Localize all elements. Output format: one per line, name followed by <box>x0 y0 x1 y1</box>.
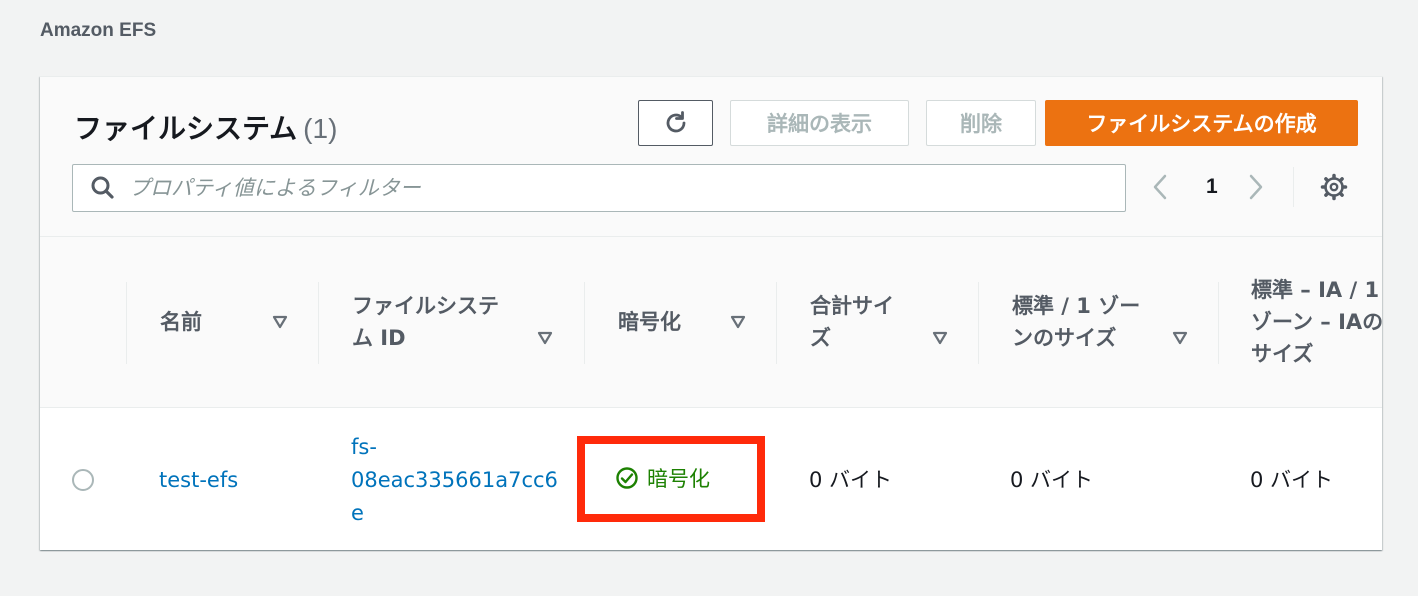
column-divider <box>776 282 777 364</box>
column-header-label: 合計サイ <box>810 294 894 318</box>
column-header-label: 名前 <box>160 310 202 334</box>
column-header-label: ム ID <box>352 326 406 350</box>
chevron-right-icon <box>1249 174 1263 200</box>
sort-down-icon <box>932 331 948 345</box>
column-divider <box>126 282 127 364</box>
search-box[interactable] <box>72 164 1126 212</box>
column-header-label: 標準 – IA / 1 <box>1251 278 1380 302</box>
ia-size-value: 0 バイト <box>1250 468 1334 492</box>
sort-down-icon <box>1172 331 1188 345</box>
column-header-label: ファイルシステ <box>352 294 499 318</box>
search-input[interactable] <box>129 176 1125 200</box>
search-icon <box>91 176 114 199</box>
file-systems-panel: ファイルシステム(1) 詳細の表示 削除 ファイルシステムの作成 1 <box>40 76 1382 550</box>
sort-down-icon <box>272 315 288 329</box>
standard-size-value: 0 バイト <box>1010 468 1094 492</box>
pager-divider <box>1293 167 1294 207</box>
total-size-value: 0 バイト <box>809 468 893 492</box>
breadcrumb[interactable]: Amazon EFS <box>40 20 156 42</box>
column-header-label: ゾーン – IAの <box>1251 310 1382 334</box>
column-divider <box>584 282 585 364</box>
gear-icon <box>1320 173 1348 201</box>
file-system-id-part: e <box>351 501 364 525</box>
encryption-status: 暗号化 <box>615 463 710 493</box>
file-system-id-part: fs- <box>351 435 377 459</box>
column-divider <box>1218 282 1219 364</box>
view-details-button[interactable]: 詳細の表示 <box>730 100 909 146</box>
column-header-label: ズ <box>810 326 831 350</box>
column-header-file-system-id[interactable]: ファイルシステ ム ID <box>352 237 562 408</box>
column-header-label: 標準 / 1 ゾー <box>1012 294 1141 318</box>
column-divider <box>318 282 319 364</box>
check-circle-icon <box>616 467 638 489</box>
title-count: (1) <box>303 113 338 144</box>
sort-down-icon <box>537 331 553 345</box>
column-divider <box>978 282 979 364</box>
title-text: ファイルシステム <box>74 113 298 144</box>
column-header-standard-size[interactable]: 標準 / 1 ゾー ンのサイズ <box>1012 237 1222 408</box>
row-select-radio[interactable] <box>72 469 94 491</box>
column-header-label: ンのサイズ <box>1012 326 1117 350</box>
previous-page-button[interactable] <box>1152 172 1168 202</box>
column-header-total-size[interactable]: 合計サイ ズ <box>810 237 990 408</box>
current-page-number[interactable]: 1 <box>1206 172 1218 202</box>
column-header-label: サイズ <box>1251 342 1314 366</box>
encryption-status-label: 暗号化 <box>647 467 710 491</box>
encryption-highlight-box: 暗号化 <box>577 436 765 522</box>
file-system-id-link[interactable]: fs- 08eac335661a7cc6 e <box>351 431 558 530</box>
chevron-left-icon <box>1153 174 1167 200</box>
sort-down-icon <box>730 315 746 329</box>
column-header-ia-size[interactable]: 標準 – IA / 1 ゾーン – IAの サイズ <box>1251 237 1382 408</box>
column-header-name[interactable]: 名前 <box>160 237 310 408</box>
refresh-button[interactable] <box>638 100 713 146</box>
refresh-icon <box>666 111 685 133</box>
preferences-button[interactable] <box>1320 173 1348 206</box>
page-title: ファイルシステム (1) <box>74 107 337 147</box>
table-header: 名前 ファイルシステ ム ID 暗号化 合計サイ ズ 標準 / 1 ゾー ンのサ… <box>40 237 1382 408</box>
file-system-name-link[interactable]: test-efs <box>159 464 238 497</box>
table-row[interactable]: test-efs fs- 08eac335661a7cc6 e 暗号化 0 バイ… <box>40 409 1382 550</box>
file-system-id-part: 08eac335661a7cc6 <box>351 468 558 492</box>
panel-header: ファイルシステム(1) 詳細の表示 削除 ファイルシステムの作成 1 <box>40 77 1382 237</box>
delete-button[interactable]: 削除 <box>926 100 1036 146</box>
next-page-button[interactable] <box>1248 172 1264 202</box>
create-file-system-button[interactable]: ファイルシステムの作成 <box>1045 100 1358 146</box>
column-header-label: 暗号化 <box>618 310 681 334</box>
column-header-encryption[interactable]: 暗号化 <box>618 237 768 408</box>
